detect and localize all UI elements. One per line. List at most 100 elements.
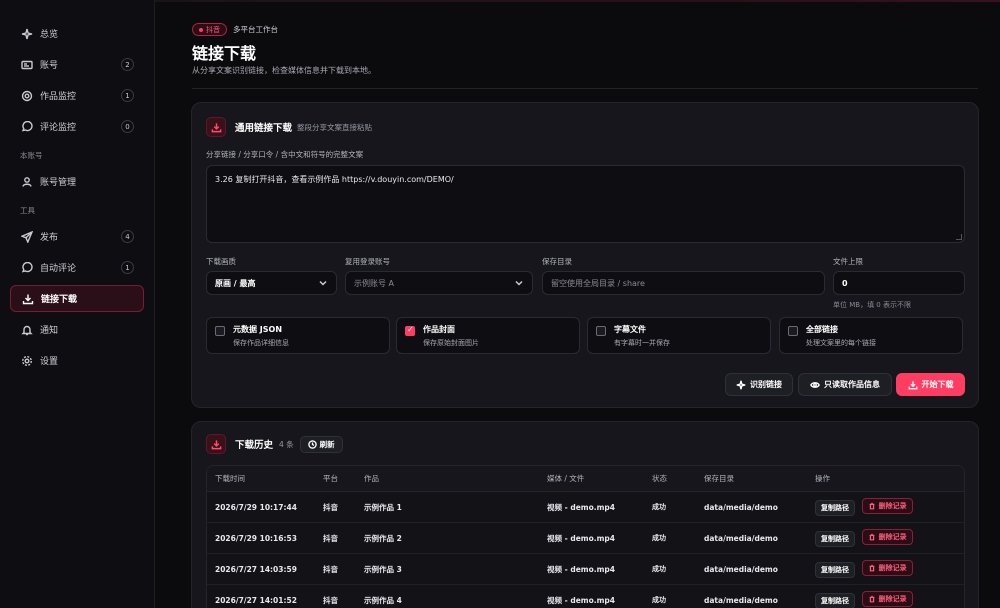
sidebar-item-publish[interactable]: 发布 4 — [10, 223, 144, 250]
parse-link-button[interactable]: 识别链接 — [725, 373, 793, 396]
sidebar: 总览 账号 2 作品监控 1 评论监控 0 本账号 账号管理 工具 发布 4 自… — [0, 0, 155, 608]
cell-platform: 抖音 — [323, 502, 338, 512]
parse-link-label: 识别链接 — [750, 380, 782, 389]
save-dir-label: 保存目录 — [542, 257, 572, 266]
quality-value: 原画 / 最高 — [215, 278, 256, 288]
platform-badge-label: 抖音 — [206, 25, 220, 34]
refresh-button[interactable]: 刷新 — [299, 435, 343, 453]
column-header: 平台 — [323, 474, 338, 483]
app-window: 总览 账号 2 作品监控 1 评论监控 0 本账号 账号管理 工具 发布 4 自… — [0, 0, 1000, 608]
history-card-header: 下载历史 4 条 刷新 — [206, 434, 343, 454]
quality-select[interactable]: 原画 / 最高 — [206, 271, 337, 295]
sidebar-item-label: 账号管理 — [40, 178, 77, 188]
header-badge-row: 抖音 多平台工作台 — [192, 23, 278, 36]
sidebar-item-label: 作品监控 — [40, 92, 77, 102]
cell-actions: 复制路径 删除记录 — [807, 529, 964, 547]
delete-record-button[interactable]: 删除记录 — [861, 591, 913, 607]
option-title: 字幕文件 — [614, 325, 646, 334]
sidebar-item-settings[interactable]: 设置 — [10, 347, 144, 374]
delete-record-button[interactable]: 删除记录 — [861, 498, 913, 514]
delete-record-label: 删除记录 — [878, 502, 907, 510]
checkbox-subtitles[interactable] — [596, 326, 606, 336]
column-header: 下载时间 — [215, 474, 245, 483]
workspace-label: 多平台工作台 — [233, 25, 278, 34]
target-icon — [20, 89, 34, 103]
option-title: 全部链接 — [806, 325, 838, 334]
file-limit-input[interactable]: 0 — [833, 271, 965, 295]
count-badge: 1 — [121, 89, 134, 102]
account-value: 示例账号 A — [354, 278, 395, 288]
column-header: 作品 — [364, 474, 379, 483]
account-select[interactable]: 示例账号 A — [345, 271, 533, 295]
checkbox-all-links[interactable] — [788, 326, 798, 336]
sidebar-item-label: 通知 — [40, 326, 59, 336]
refresh-label: 刷新 — [319, 439, 335, 449]
share-text-input[interactable]: 3.26 复制打开抖音，查看示例作品 https://v.douyin.com/… — [206, 165, 965, 243]
resize-handle[interactable] — [956, 234, 962, 240]
delete-record-label: 删除记录 — [878, 595, 907, 603]
download-icon — [206, 117, 226, 137]
share-text-value: 3.26 复制打开抖音，查看示例作品 https://v.douyin.com/… — [215, 175, 454, 184]
copy-path-button[interactable]: 复制路径 — [815, 593, 855, 608]
table-row: 2026/7/29 10:16:53 抖音 示例作品 2 视频 - demo.m… — [207, 523, 964, 554]
start-download-button[interactable]: 开始下载 — [896, 373, 965, 396]
sidebar-item-link-download[interactable]: 链接下载 — [10, 285, 144, 312]
sidebar-item-comment-monitor[interactable]: 评论监控 0 — [10, 113, 144, 140]
option-subtitles[interactable]: 字幕文件 有字幕时一并保存 — [587, 317, 771, 354]
cell-time: 2026/7/27 14:01:52 — [215, 595, 297, 605]
send-icon — [20, 230, 34, 244]
cell-media: 视频 - demo.mp4 — [547, 564, 616, 574]
table-row: 2026/7/27 14:03:59 抖音 示例作品 3 视频 - demo.m… — [207, 554, 964, 585]
save-dir-input[interactable]: 留空使用全局目录 / share — [542, 271, 825, 295]
count-badge: 1 — [121, 261, 134, 274]
share-input-label: 分享链接 / 分享口令 / 含中文和符号的完整文案 — [206, 150, 364, 159]
sidebar-item-label: 自动评论 — [40, 264, 77, 274]
sidebar-item-label: 评论监控 — [40, 123, 77, 133]
cell-media: 视频 - demo.mp4 — [547, 502, 616, 512]
download-icon — [21, 292, 35, 306]
download-icon — [206, 434, 226, 454]
delete-record-label: 删除记录 — [878, 564, 907, 572]
column-header: 状态 — [652, 474, 667, 483]
delete-record-button[interactable]: 删除记录 — [861, 529, 913, 545]
option-metadata-json[interactable]: 元数据 JSON 保存作品详细信息 — [206, 317, 390, 354]
sidebar-item-auto-comment[interactable]: 自动评论 1 — [10, 254, 144, 281]
checkbox-cover[interactable] — [405, 325, 415, 336]
cell-work: 示例作品 2 — [364, 533, 402, 543]
copy-path-button[interactable]: 复制路径 — [815, 562, 855, 578]
option-all-links[interactable]: 全部链接 处理文案里的每个链接 — [779, 317, 963, 354]
cell-time: 2026/7/29 10:17:44 — [215, 502, 297, 512]
sidebar-item-work-monitor[interactable]: 作品监控 1 — [10, 82, 144, 109]
history-card: 下载历史 4 条 刷新 下载时间 平台 作品 媒体 / 文件 状态 保存目录 操… — [191, 421, 979, 608]
checkbox-metadata[interactable] — [215, 326, 225, 336]
sidebar-item-account-management[interactable]: 账号管理 — [10, 168, 144, 195]
download-card: 通用链接下载 整段分享文案直接粘贴 分享链接 / 分享口令 / 含中文和符号的完… — [191, 102, 979, 408]
cell-platform: 抖音 — [323, 595, 338, 605]
sidebar-item-overview[interactable]: 总览 — [10, 20, 144, 47]
copy-path-button[interactable]: 复制路径 — [815, 531, 855, 547]
sidebar-group-label: 本账号 — [20, 150, 43, 160]
id-card-icon — [20, 58, 34, 72]
cell-work: 示例作品 4 — [364, 595, 402, 605]
platform-badge: 抖音 — [192, 23, 227, 36]
dot-icon — [199, 27, 203, 32]
cell-status: 成功 — [652, 503, 666, 511]
sidebar-item-accounts[interactable]: 账号 2 — [10, 51, 144, 78]
bell-icon — [20, 323, 34, 337]
read-info-button[interactable]: 只读取作品信息 — [798, 373, 892, 396]
header-divider — [192, 88, 978, 89]
gear-icon — [20, 354, 34, 368]
cell-status: 成功 — [652, 565, 666, 573]
cell-work: 示例作品 3 — [364, 564, 402, 574]
column-header: 保存目录 — [704, 474, 734, 483]
option-title: 元数据 JSON — [233, 325, 283, 334]
copy-path-button[interactable]: 复制路径 — [815, 500, 855, 516]
table-row: 2026/7/27 14:01:52 抖音 示例作品 4 视频 - demo.m… — [207, 585, 964, 608]
cell-dir: data/media/demo — [704, 564, 778, 574]
sidebar-item-notifications[interactable]: 通知 — [10, 316, 144, 343]
delete-record-button[interactable]: 删除记录 — [861, 560, 913, 576]
cell-dir: data/media/demo — [704, 502, 778, 512]
option-cover[interactable]: 作品封面 保存原始封面图片 — [396, 317, 580, 354]
cell-work: 示例作品 1 — [364, 502, 402, 512]
cell-actions: 复制路径 删除记录 — [807, 560, 964, 578]
